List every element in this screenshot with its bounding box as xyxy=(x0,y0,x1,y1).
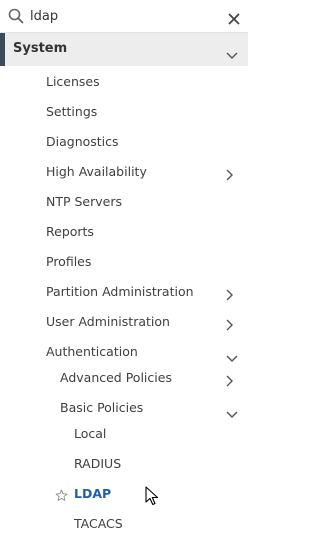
nav-item-label: Local xyxy=(74,426,107,441)
nav-item-label: Authentication xyxy=(46,344,138,359)
chevron-down-icon xyxy=(226,45,238,64)
nav-item-licenses[interactable]: Licenses xyxy=(0,67,248,97)
nav-item-label: High Availability xyxy=(46,164,147,179)
search-icon xyxy=(8,8,24,28)
nav-item-label: TACACS xyxy=(74,516,123,531)
section-header-system[interactable]: System xyxy=(0,33,248,66)
selection-accent-bar xyxy=(0,33,5,66)
nav-item-label: LDAP xyxy=(74,486,112,501)
close-icon[interactable] xyxy=(228,10,240,29)
nav-item-ldap[interactable]: LDAP xyxy=(0,479,248,509)
chevron-right-icon xyxy=(226,286,234,305)
chevron-right-icon xyxy=(226,166,234,185)
mouse-pointer-icon xyxy=(145,486,159,510)
chevron-right-icon xyxy=(226,372,234,391)
search-input[interactable] xyxy=(30,6,210,26)
nav-item-label: RADIUS xyxy=(74,456,122,471)
nav-item-label: Licenses xyxy=(46,74,100,89)
nav-item-ntp-servers[interactable]: NTP Servers xyxy=(0,187,248,217)
nav-item-label: Advanced Policies xyxy=(60,370,172,385)
nav-item-label: Partition Administration xyxy=(46,284,194,299)
nav-item-label: Diagnostics xyxy=(46,134,119,149)
nav-item-high-availability[interactable]: High Availability xyxy=(0,157,248,187)
nav-item-label: Basic Policies xyxy=(60,400,144,415)
nav-item-radius[interactable]: RADIUS xyxy=(0,449,248,479)
nav-item-tacacs[interactable]: TACACS xyxy=(0,509,248,539)
section-title: System xyxy=(13,41,68,56)
star-icon[interactable] xyxy=(55,487,68,506)
search-bar xyxy=(0,0,248,33)
nav-item-label: User Administration xyxy=(46,314,170,329)
nav-item-advanced-policies[interactable]: Advanced Policies xyxy=(0,363,248,393)
nav-item-profiles[interactable]: Profiles xyxy=(0,247,248,277)
nav-item-label: Profiles xyxy=(46,254,92,269)
nav-item-settings[interactable]: Settings xyxy=(0,97,248,127)
nav-item-diagnostics[interactable]: Diagnostics xyxy=(0,127,248,157)
nav-item-local[interactable]: Local xyxy=(0,419,248,449)
chevron-right-icon xyxy=(226,316,234,335)
nav-item-reports[interactable]: Reports xyxy=(0,217,248,247)
nav-item-label: NTP Servers xyxy=(46,194,123,209)
nav-item-label: Reports xyxy=(46,224,94,239)
nav-item-user-administration[interactable]: User Administration xyxy=(0,307,248,337)
nav-item-label: Settings xyxy=(46,104,98,119)
nav-item-partition-administration[interactable]: Partition Administration xyxy=(0,277,248,307)
